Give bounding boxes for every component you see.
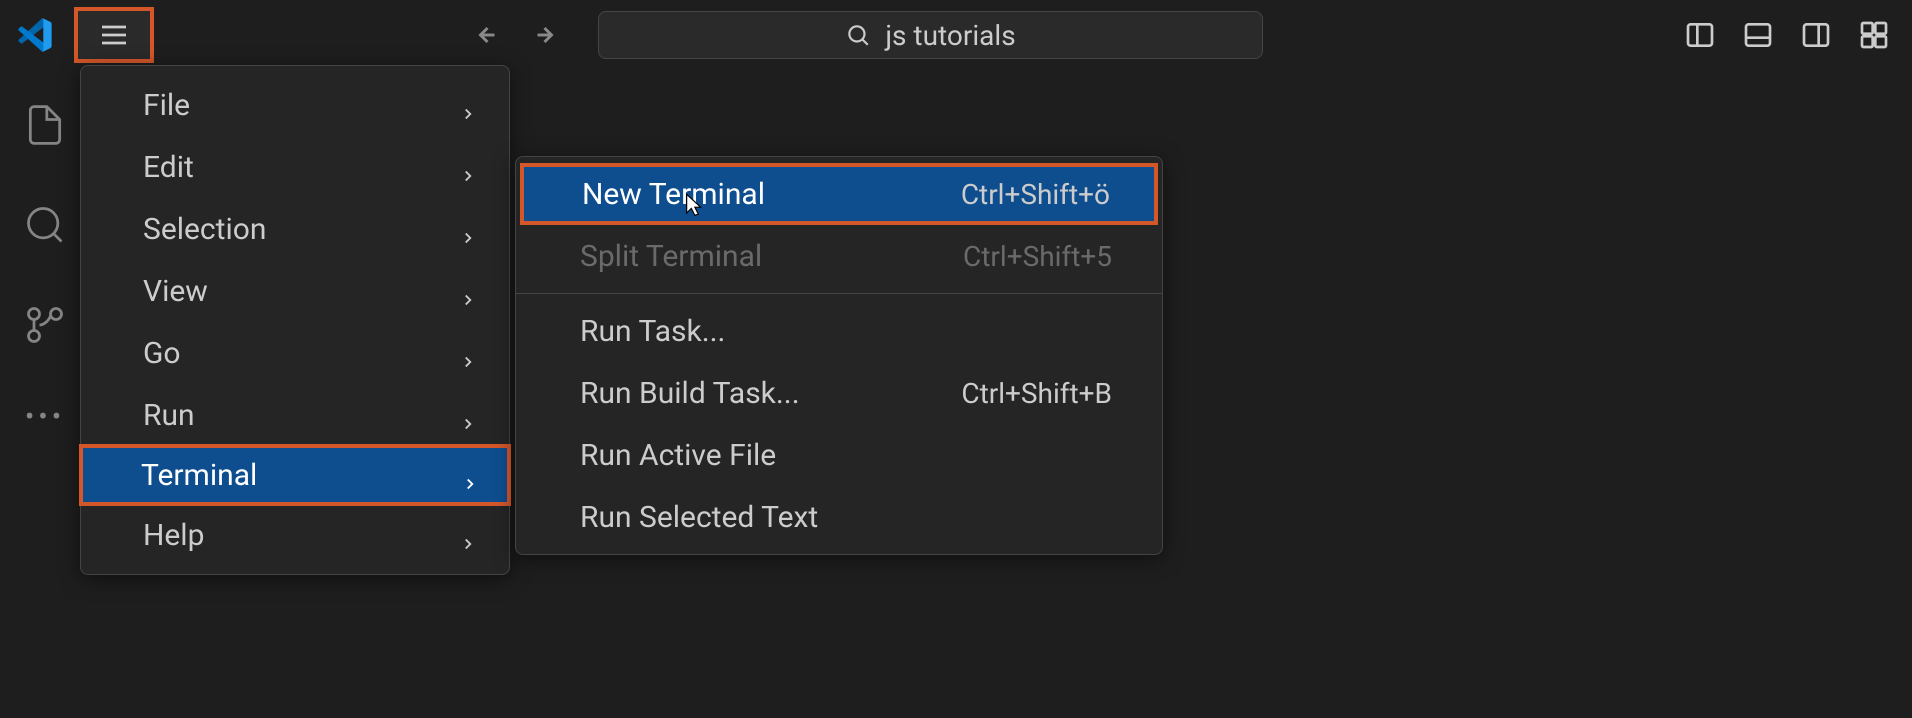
search-text: js tutorials [885,19,1015,52]
chevron-right-icon [459,96,477,114]
toggle-secondary-sidebar-icon[interactable] [1798,17,1834,53]
menu-item-label: Selection [143,212,266,247]
explorer-icon[interactable] [20,100,70,150]
chevron-right-icon [461,466,479,484]
menu-item-label: View [143,274,208,309]
submenu-item-new-terminal[interactable]: New Terminal Ctrl+Shift+ö [520,163,1158,225]
menu-item-view[interactable]: View [81,260,509,322]
chevron-right-icon [459,282,477,300]
menu-item-run[interactable]: Run [81,384,509,446]
submenu-shortcut: Ctrl+Shift+B [961,377,1112,410]
source-control-icon[interactable] [20,300,70,350]
customize-layout-icon[interactable] [1856,17,1892,53]
menu-item-file[interactable]: File [81,74,509,136]
submenu-item-label: Run Selected Text [580,500,818,535]
submenu-separator [516,293,1162,294]
submenu-item-label: Run Build Task... [580,376,800,411]
menu-item-label: Run [143,398,195,433]
submenu-item-label: Run Task... [580,314,725,349]
menu-item-selection[interactable]: Selection [81,198,509,260]
search-activity-icon[interactable] [20,200,70,250]
nav-forward-button[interactable] [528,15,568,55]
menu-item-label: Go [143,336,181,371]
toggle-primary-sidebar-icon[interactable] [1682,17,1718,53]
menu-item-edit[interactable]: Edit [81,136,509,198]
menu-item-label: Edit [143,150,194,185]
menu-item-help[interactable]: Help [81,504,509,566]
search-box[interactable]: js tutorials [598,11,1263,59]
menu-item-go[interactable]: Go [81,322,509,384]
toggle-panel-icon[interactable] [1740,17,1776,53]
menu-item-label: Help [143,518,204,553]
layout-icons [1682,17,1892,53]
chevron-right-icon [459,344,477,362]
main-menu: File Edit Selection View Go Run Terminal… [80,65,510,575]
chevron-right-icon [459,406,477,424]
submenu-item-split-terminal: Split Terminal Ctrl+Shift+5 [516,225,1162,287]
submenu-item-run-active-file[interactable]: Run Active File [516,424,1162,486]
hamburger-menu-button[interactable] [74,7,154,63]
submenu-item-run-task[interactable]: Run Task... [516,300,1162,362]
vscode-logo-icon [0,16,70,54]
nav-back-button[interactable] [464,15,504,55]
menu-item-label: Terminal [141,458,257,493]
chevron-right-icon [459,526,477,544]
titlebar: js tutorials [0,0,1912,70]
search-icon [845,22,871,48]
nav-arrows [464,15,568,55]
menu-item-label: File [143,88,190,123]
terminal-submenu: New Terminal Ctrl+Shift+ö Split Terminal… [515,156,1163,555]
submenu-item-label: New Terminal [582,177,765,212]
submenu-item-label: Run Active File [580,438,776,473]
submenu-item-run-selected-text[interactable]: Run Selected Text [516,486,1162,548]
submenu-item-label: Split Terminal [580,239,762,274]
activity-overflow-icon[interactable]: ••• [25,400,65,433]
submenu-shortcut: Ctrl+Shift+ö [961,178,1110,211]
chevron-right-icon [459,158,477,176]
menu-item-terminal[interactable]: Terminal [79,444,511,506]
submenu-shortcut: Ctrl+Shift+5 [963,240,1112,273]
activity-bar: ••• [0,70,90,718]
submenu-item-run-build-task[interactable]: Run Build Task... Ctrl+Shift+B [516,362,1162,424]
chevron-right-icon [459,220,477,238]
